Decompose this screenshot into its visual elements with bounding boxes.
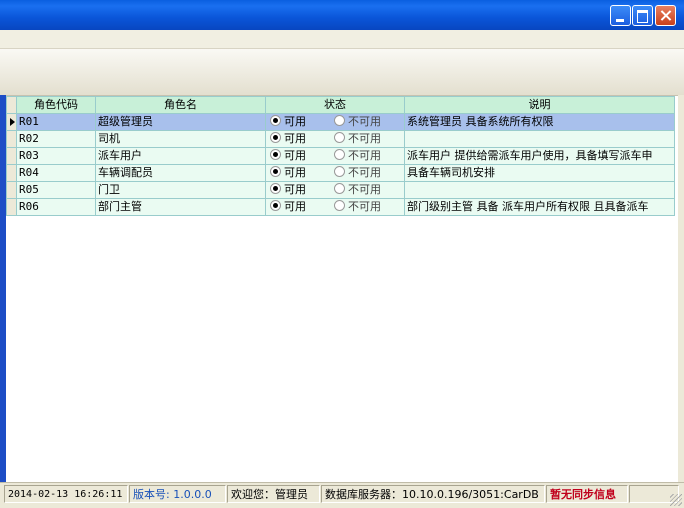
table-row[interactable]: R03 派车用户 可用 不可用 派车用户 提供给需派车用户使用，具备填写派车申 [6,147,675,165]
close-button[interactable] [655,5,676,26]
status-radio-available[interactable]: 可用 [268,115,332,130]
role-grid: 角色代码 角色名 状态 说明 R01 超级管理员 可用 不可用 系统管理员 具备系统所有… [6,96,678,482]
cell-role-code[interactable]: R06 [16,198,96,216]
cell-description[interactable]: 系统管理员 具备系统所有权限 [404,113,675,131]
cell-description[interactable]: 派车用户 提供给需派车用户使用，具备填写派车申 [404,147,675,165]
role-table: 角色代码 角色名 状态 说明 R01 超级管理员 可用 不可用 系统管理员 具备系统所有… [6,96,675,216]
radio-icon [270,132,281,143]
cell-status: 可用 不可用 [265,113,405,131]
status-radio-available[interactable]: 可用 [268,200,332,215]
window-titlebar [0,0,684,30]
cell-status: 可用 不可用 [265,198,405,216]
minimize-button[interactable] [610,5,631,26]
cell-status: 可用 不可用 [265,130,405,148]
radio-label: 可用 [284,200,306,213]
table-row[interactable]: R05 门卫 可用 不可用 [6,181,675,199]
radio-icon [270,200,281,211]
radio-label: 可用 [284,149,306,162]
radio-label: 可用 [284,183,306,196]
status-radio-available[interactable]: 可用 [268,183,332,198]
radio-label: 不可用 [348,183,381,196]
status-radio-unavailable[interactable]: 不可用 [332,166,396,181]
status-radio-unavailable[interactable]: 不可用 [332,149,396,164]
minimize-icon [616,19,624,22]
column-header-status[interactable]: 状态 [265,96,405,114]
cell-role-name[interactable]: 超级管理员 [95,113,266,131]
radio-label: 不可用 [348,132,381,145]
row-indicator[interactable] [6,130,17,148]
row-indicator[interactable] [6,147,17,165]
maximize-button[interactable] [632,5,653,26]
status-datetime: 2014-02-13 16:26:11 [4,485,128,503]
cell-status: 可用 不可用 [265,181,405,199]
radio-icon [334,149,345,160]
cell-role-code[interactable]: R01 [16,113,96,131]
cell-role-code[interactable]: R03 [16,147,96,165]
cell-description[interactable] [404,130,675,148]
status-radio-unavailable[interactable]: 不可用 [332,132,396,147]
radio-icon [270,115,281,126]
status-radio-unavailable[interactable]: 不可用 [332,115,396,130]
table-row[interactable]: R02 司机 可用 不可用 [6,130,675,148]
radio-icon [334,166,345,177]
table-row[interactable]: R01 超级管理员 可用 不可用 系统管理员 具备系统所有权限 [6,113,675,131]
cell-role-name[interactable]: 派车用户 [95,147,266,165]
cell-description[interactable] [404,181,675,199]
table-row[interactable]: R06 部门主管 可用 不可用 部门级别主管 具备 派车用户所有权限 且具备派车 [6,198,675,216]
cell-role-code[interactable]: R04 [16,164,96,182]
status-radio-unavailable[interactable]: 不可用 [332,200,396,215]
status-bar: 2014-02-13 16:26:11 版本号: 1.0.0.0 欢迎您：管理员… [0,482,684,508]
radio-label: 不可用 [348,149,381,162]
cell-role-name[interactable]: 部门主管 [95,198,266,216]
radio-icon [270,166,281,177]
status-radio-available[interactable]: 可用 [268,149,332,164]
menu-strip [0,30,684,49]
row-indicator[interactable] [6,164,17,182]
column-header-description[interactable]: 说明 [404,96,675,114]
cell-role-name[interactable]: 车辆调配员 [95,164,266,182]
radio-icon [334,183,345,194]
cell-status: 可用 不可用 [265,147,405,165]
cell-role-name[interactable]: 门卫 [95,181,266,199]
status-db-server: 数据库服务器：10.10.0.196/3051:CarDB [321,485,545,503]
radio-label: 可用 [284,166,306,179]
radio-label: 可用 [284,115,306,128]
radio-icon [334,115,345,126]
cell-description[interactable]: 部门级别主管 具备 派车用户所有权限 且具备派车 [404,198,675,216]
radio-label: 不可用 [348,166,381,179]
tool-strip [0,49,684,96]
status-radio-available[interactable]: 可用 [268,166,332,181]
radio-label: 不可用 [348,200,381,213]
row-indicator-header [6,96,17,114]
status-sync: 暂无同步信息 [546,485,628,503]
cell-role-name[interactable]: 司机 [95,130,266,148]
cell-description[interactable]: 具备车辆司机安排 [404,164,675,182]
radio-icon [334,132,345,143]
maximize-icon [637,10,648,23]
row-indicator[interactable] [6,113,17,131]
row-indicator[interactable] [6,198,17,216]
cell-role-code[interactable]: R02 [16,130,96,148]
status-welcome: 欢迎您：管理员 [227,485,320,503]
status-radio-unavailable[interactable]: 不可用 [332,183,396,198]
radio-label: 可用 [284,132,306,145]
status-version: 版本号: 1.0.0.0 [129,485,226,503]
column-header-code[interactable]: 角色代码 [16,96,96,114]
row-indicator[interactable] [6,181,17,199]
resize-grip-icon[interactable] [670,494,682,506]
current-row-arrow-icon [10,118,15,126]
table-row[interactable]: R04 车辆调配员 可用 不可用 具备车辆司机安排 [6,164,675,182]
status-radio-available[interactable]: 可用 [268,132,332,147]
cell-status: 可用 不可用 [265,164,405,182]
cell-role-code[interactable]: R05 [16,181,96,199]
radio-label: 不可用 [348,115,381,128]
radio-icon [270,183,281,194]
column-header-name[interactable]: 角色名 [95,96,266,114]
radio-icon [270,149,281,160]
right-border [678,95,684,482]
radio-icon [334,200,345,211]
header-row: 角色代码 角色名 状态 说明 [6,96,675,114]
